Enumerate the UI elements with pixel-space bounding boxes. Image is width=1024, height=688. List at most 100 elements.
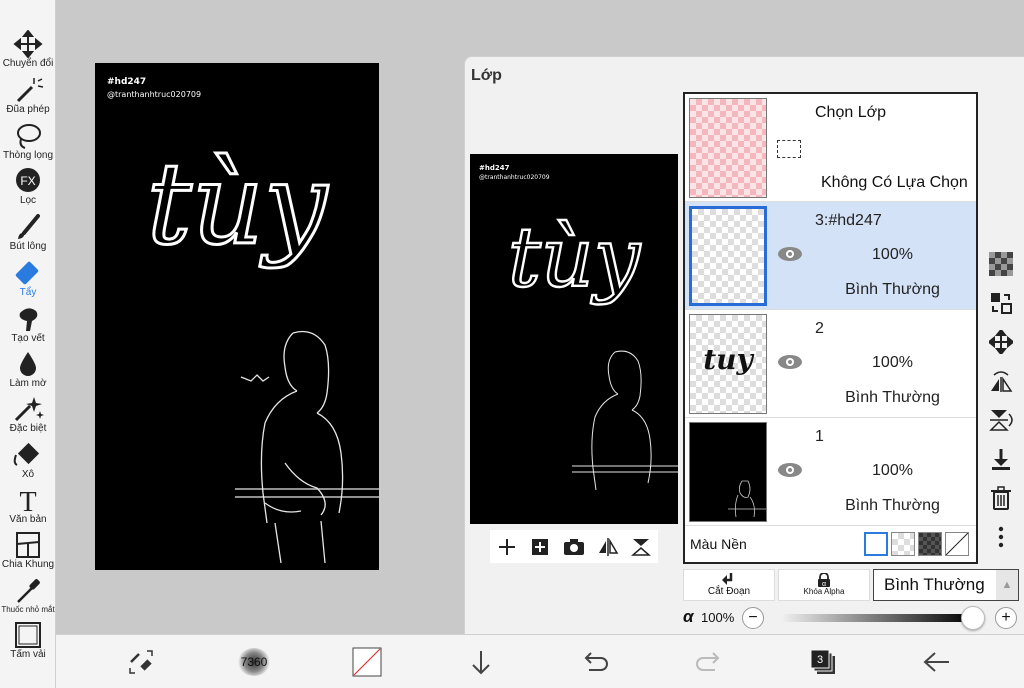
flip-vertical-button[interactable] — [987, 406, 1015, 434]
canvas-preview[interactable]: #hd247 @tranthanhtruc020709 tùy — [470, 154, 678, 524]
visibility-eye-icon[interactable] — [777, 244, 803, 264]
magic-wand-icon — [0, 76, 56, 104]
layer-count: 3 — [817, 654, 823, 666]
text-icon: T — [0, 486, 56, 518]
undo-button[interactable] — [579, 646, 611, 678]
layer-row-2[interactable]: tuy 2 100% Bình Thường — [685, 310, 976, 418]
flip-layer-button[interactable] — [596, 535, 620, 559]
tool-label: Thuốc nhỏ mắt — [1, 605, 55, 614]
tool-text[interactable]: T Văn bản — [0, 486, 56, 532]
delete-layer-button[interactable] — [987, 484, 1015, 512]
bg-transparent-swatch[interactable] — [891, 532, 915, 556]
brush-size-value: 7360 — [240, 655, 268, 669]
tool-magic-wand[interactable]: Đũa phép — [0, 76, 56, 122]
flip-icon — [598, 537, 618, 556]
tool-eyedropper[interactable]: Thuốc nhỏ mắt — [0, 576, 56, 622]
layer-name: 2 — [815, 320, 824, 337]
add-layer-copy-button[interactable] — [528, 535, 552, 559]
tool-label: Chia Khung — [1, 559, 55, 570]
plus-icon — [498, 538, 515, 555]
layer-opacity: 100% — [872, 354, 913, 371]
clip-button[interactable]: Cắt Đoạn — [683, 569, 775, 601]
layers-button[interactable]: 3 — [807, 646, 839, 678]
add-layer-button[interactable] — [495, 535, 519, 559]
rotate-layer-button[interactable] — [629, 535, 653, 559]
tool-frame-divider[interactable]: Chia Khung — [0, 531, 56, 577]
tool-brush[interactable]: Bút lông — [0, 213, 56, 259]
tool-label: Đũa phép — [6, 104, 50, 115]
redo-icon — [696, 652, 720, 671]
back-button[interactable] — [921, 646, 953, 678]
selection-thumbnail — [689, 98, 767, 198]
opacity-slider-handle[interactable] — [961, 606, 985, 630]
layers-icon: 3 — [810, 649, 835, 674]
layer-name: 3:#hd247 — [815, 212, 882, 229]
layer-thumbnail — [689, 206, 767, 306]
redo-button[interactable] — [693, 646, 725, 678]
preview-toolbar — [490, 530, 658, 563]
tool-bucket[interactable]: Xô — [0, 441, 56, 487]
opacity-decrease-button[interactable]: − — [742, 607, 764, 629]
tool-filter[interactable]: FX Lọc — [0, 167, 56, 213]
tool-transform[interactable]: Chuyển đổi — [0, 29, 56, 76]
eyedropper-icon — [0, 576, 56, 604]
smudge-icon — [0, 305, 56, 333]
more-options-button[interactable] — [987, 523, 1015, 551]
dropdown-arrow-icon: ▲ — [996, 570, 1018, 600]
download-button[interactable] — [465, 646, 497, 678]
layer-row-1[interactable]: 1 100% Bình Thường — [685, 418, 976, 526]
arrow-left-icon — [923, 652, 949, 672]
transparency-checker-button[interactable] — [987, 250, 1015, 278]
lasso-icon — [0, 122, 56, 150]
import-photo-button[interactable] — [562, 535, 586, 559]
more-vertical-icon — [998, 526, 1004, 548]
layer-blend-controls: Cắt Đoạn α Khóa Alpha Bình Thường ▲ — [683, 569, 1021, 602]
opacity-slider[interactable] — [783, 614, 973, 622]
add-box-icon — [532, 538, 549, 555]
visibility-eye-icon[interactable] — [777, 352, 803, 372]
layer-blend-mode: Bình Thường — [845, 497, 940, 514]
swap-tool-icon — [129, 650, 153, 674]
frame-divider-icon — [0, 531, 56, 559]
color-button[interactable] — [351, 646, 383, 678]
bg-white-swatch[interactable] — [864, 532, 888, 556]
canvas-icon — [0, 621, 56, 649]
bg-dark-checker-swatch[interactable] — [918, 532, 942, 556]
artwork-title: tùy — [147, 140, 329, 270]
brush-icon — [0, 213, 56, 241]
visibility-eye-icon[interactable] — [777, 460, 803, 480]
tool-smudge[interactable]: Tạo vết — [0, 305, 56, 351]
tool-label: Tẩy — [19, 287, 37, 298]
tool-eraser[interactable]: Tẩy — [0, 259, 56, 305]
tool-special[interactable]: Đặc biệt — [0, 395, 56, 441]
alpha-lock-button[interactable]: α Khóa Alpha — [778, 569, 870, 601]
plus-icon: + — [1001, 609, 1011, 626]
layer-row-3[interactable]: 3:#hd247 100% Bình Thường — [685, 202, 976, 310]
merge-down-button[interactable] — [987, 445, 1015, 473]
opacity-increase-button[interactable]: + — [995, 607, 1017, 629]
blend-mode-select[interactable]: Bình Thường ▲ — [873, 569, 1019, 601]
minus-icon: − — [748, 609, 758, 626]
tool-lasso[interactable]: Thòng lọng — [0, 122, 56, 168]
lock-icon: α — [818, 572, 830, 588]
brush-eraser-switch-button[interactable] — [125, 646, 157, 678]
clip-arrow-icon — [722, 573, 733, 585]
swap-layers-icon — [991, 293, 1012, 314]
preview-drawing: tùy — [507, 210, 678, 491]
alpha-value: 100% — [701, 610, 735, 625]
brush-size-button[interactable]: 7360 — [234, 646, 274, 678]
tool-blur[interactable]: Làm mờ — [0, 350, 56, 396]
special-sparkle-icon — [0, 395, 56, 423]
blend-mode-value: Bình Thường — [884, 575, 985, 594]
artwork-canvas[interactable]: #hd247 @tranthanhtruc020709 tùy — [95, 63, 379, 570]
layer-opacity: 100% — [872, 246, 913, 263]
svg-text:T: T — [19, 487, 36, 514]
flip-horizontal-button[interactable] — [987, 367, 1015, 395]
move-layer-button[interactable] — [987, 328, 1015, 356]
tool-label: Thòng lọng — [2, 150, 54, 161]
layer-swap-button[interactable] — [987, 289, 1015, 317]
selection-layer-row[interactable]: Chọn Lớp Không Có Lựa Chọn — [685, 94, 976, 202]
tool-label: Bút lông — [9, 241, 47, 252]
bg-none-swatch[interactable] — [945, 532, 969, 556]
tool-canvas[interactable]: Tấm vải — [0, 621, 56, 667]
